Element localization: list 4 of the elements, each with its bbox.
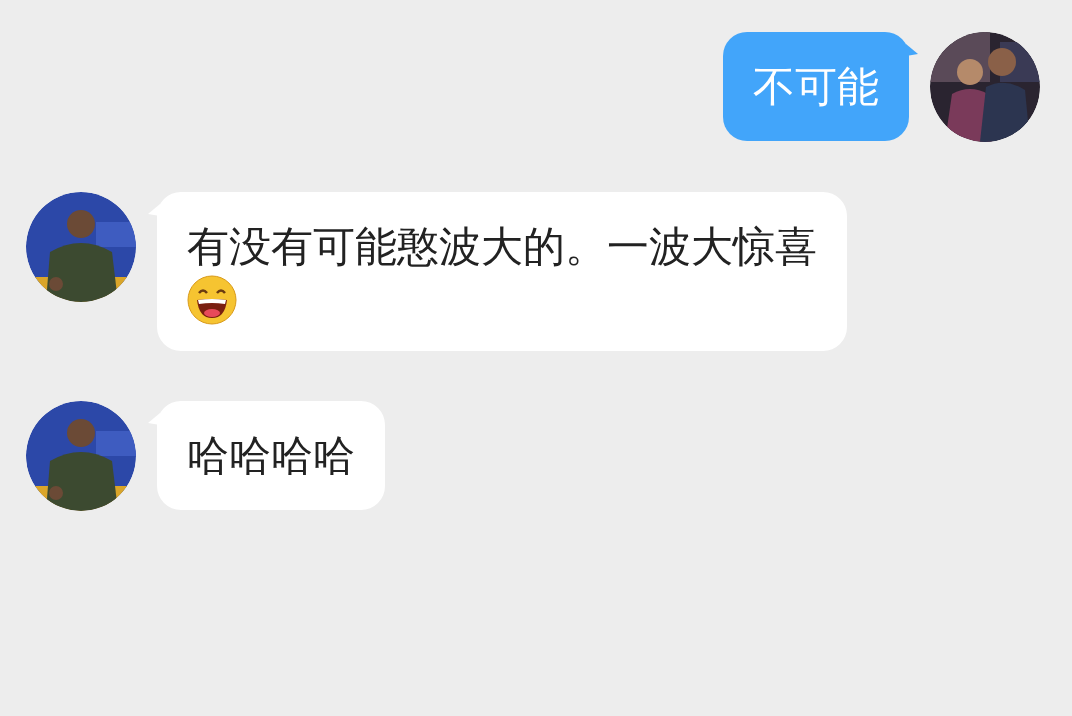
- message-text: 不可能: [753, 63, 879, 110]
- laughing-emoji-icon: [187, 275, 237, 325]
- message-text: 哈哈哈哈: [187, 432, 355, 479]
- message-text: 有没有可能憨波大的。一波大惊喜: [187, 223, 817, 270]
